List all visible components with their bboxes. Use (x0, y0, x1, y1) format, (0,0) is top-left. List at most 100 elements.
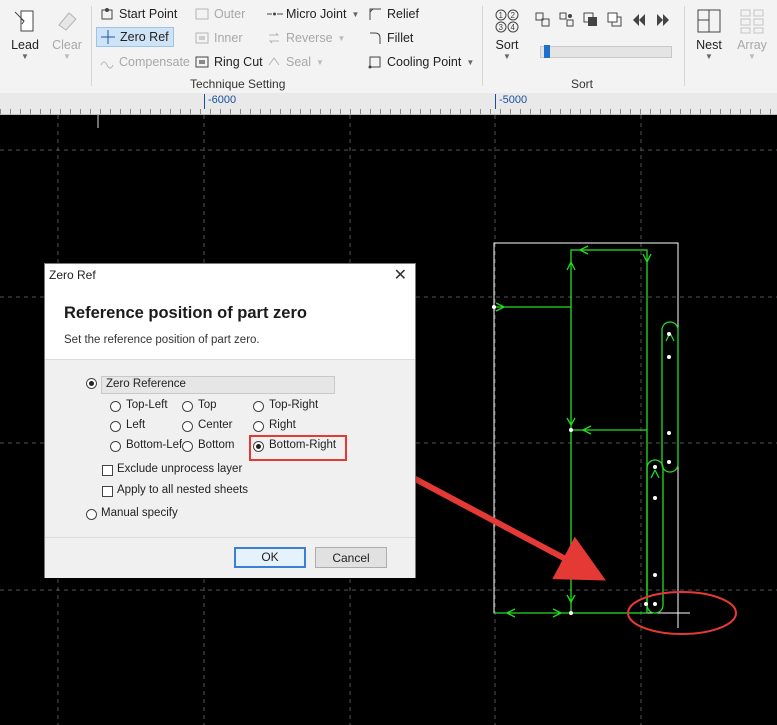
chevron-down-icon: ▼ (63, 52, 71, 61)
clear-button[interactable]: Clear ▼ (50, 8, 84, 61)
separator (684, 6, 685, 86)
ok-button[interactable]: OK (234, 547, 306, 568)
zero-reference-radio[interactable] (86, 378, 97, 389)
dialog-footer: OK Cancel (45, 537, 415, 578)
separator (91, 6, 92, 86)
sort-part-icon[interactable] (559, 12, 575, 31)
svg-text:2: 2 (511, 11, 516, 20)
ring-cut-button[interactable]: Ring Cut (195, 55, 263, 69)
right-label: Right (269, 419, 296, 431)
fillet-icon (368, 31, 382, 45)
sort-button[interactable]: 1 2 3 4 Sort ▼ (490, 8, 524, 61)
zero-reference-groupbar: Zero Reference (101, 376, 335, 394)
svg-text:3: 3 (499, 23, 504, 32)
dialog-heading: Reference position of part zero (64, 304, 307, 322)
horizontal-ruler: -6000 -5000 (0, 93, 777, 115)
array-button[interactable]: Array ▼ (734, 8, 770, 61)
chevron-down-icon: ▼ (337, 33, 346, 43)
dialog-titlebar[interactable]: Zero Ref ✕ (45, 264, 415, 286)
chevron-down-icon: ▼ (466, 57, 475, 67)
ribbon-toolbar: Lead ▼ Clear ▼ Start Point Zero Ref Comp… (0, 0, 777, 94)
manual-specify-radio[interactable] (86, 509, 97, 520)
bottom-label: Bottom (198, 439, 235, 451)
chevron-down-icon: ▼ (503, 52, 511, 61)
inner-label: Inner (214, 31, 243, 45)
technique-setting-group-label: Technique Setting (190, 77, 286, 91)
ring-cut-label: Ring Cut (214, 55, 263, 69)
top-radio[interactable] (182, 401, 193, 412)
bottom-radio[interactable] (182, 441, 193, 452)
svg-text:1: 1 (499, 11, 504, 20)
dialog-body: Zero Reference Top-Left Top Top-Right Le… (45, 360, 415, 537)
relief-button[interactable]: Relief (368, 7, 419, 21)
bring-front-icon[interactable] (583, 12, 599, 31)
lead-icon (12, 8, 38, 34)
chevron-down-icon: ▼ (316, 57, 324, 67)
top-left-radio[interactable] (110, 401, 121, 412)
right-radio[interactable] (253, 421, 264, 432)
exclude-unprocess-checkbox[interactable] (102, 465, 113, 476)
fillet-button[interactable]: Fillet (368, 31, 413, 45)
bottom-left-label: Bottom-Lef (126, 439, 182, 451)
sort-numbers-icon: 1 2 3 4 (494, 8, 520, 34)
eraser-icon (54, 8, 80, 34)
micro-joint-icon (267, 7, 283, 21)
crosshair-icon (101, 30, 115, 44)
reverse-label: Reverse (286, 31, 333, 45)
top-right-radio[interactable] (253, 401, 264, 412)
lead-button[interactable]: Lead ▼ (8, 8, 42, 61)
cooling-point-button[interactable]: Cooling Point ▼ (368, 55, 474, 69)
exclude-unprocess-label: Exclude unprocess layer (117, 463, 243, 475)
cooling-point-icon (368, 55, 382, 69)
bottom-left-radio[interactable] (110, 441, 121, 452)
close-icon[interactable]: ✕ (394, 265, 407, 285)
outer-button[interactable]: Outer (195, 7, 245, 21)
sort-group-icon[interactable] (535, 12, 551, 31)
apply-nested-checkbox[interactable] (102, 486, 113, 497)
zero-ref-button[interactable]: Zero Ref (96, 27, 174, 47)
chevron-down-icon: ▼ (705, 52, 713, 61)
inner-icon (195, 31, 209, 45)
relief-label: Relief (387, 7, 419, 21)
next-icon[interactable] (655, 12, 671, 31)
left-radio[interactable] (110, 421, 121, 432)
lead-label: Lead (11, 38, 39, 52)
previous-icon[interactable] (631, 12, 647, 31)
compensate-button[interactable]: Compensate (100, 55, 190, 69)
seal-button[interactable]: Seal ▼ (267, 55, 324, 69)
chevron-down-icon: ▼ (748, 52, 756, 61)
left-label: Left (126, 419, 146, 431)
slider-handle[interactable] (544, 45, 550, 58)
reverse-button[interactable]: Reverse ▼ (267, 31, 345, 45)
cancel-button[interactable]: Cancel (315, 547, 387, 568)
cooling-point-label: Cooling Point (387, 55, 462, 69)
chevron-down-icon: ▼ (21, 52, 29, 61)
start-point-icon (100, 7, 114, 21)
start-point-button[interactable]: Start Point (100, 7, 177, 21)
micro-joint-button[interactable]: Micro Joint ▼ (267, 7, 359, 21)
zero-ref-dialog: Zero Ref ✕ Reference position of part ze… (44, 263, 416, 578)
relief-icon (368, 7, 382, 21)
seal-label: Seal (286, 55, 312, 69)
annotation-highlight-box (249, 435, 347, 461)
zero-reference-label: Zero Reference (106, 378, 186, 390)
nest-button[interactable]: Nest ▼ (692, 8, 726, 61)
sort-slider[interactable] (540, 45, 672, 58)
fillet-label: Fillet (387, 31, 414, 45)
nest-icon (696, 8, 722, 34)
clear-label: Clear (52, 38, 82, 52)
center-label: Center (198, 419, 233, 431)
compensate-icon (100, 55, 114, 69)
dialog-title: Zero Ref (49, 268, 96, 282)
apply-nested-label: Apply to all nested sheets (117, 484, 249, 496)
dialog-header: Reference position of part zero Set the … (45, 286, 415, 360)
svg-text:4: 4 (511, 23, 516, 32)
start-point-label: Start Point (119, 7, 178, 21)
inner-button[interactable]: Inner (195, 31, 243, 45)
dialog-description: Set the reference position of part zero. (64, 334, 260, 346)
ring-cut-icon (195, 55, 209, 69)
send-back-icon[interactable] (607, 12, 623, 31)
ruler-label: -6000 (204, 94, 236, 109)
chevron-down-icon: ▼ (351, 9, 360, 19)
center-radio[interactable] (182, 421, 193, 432)
